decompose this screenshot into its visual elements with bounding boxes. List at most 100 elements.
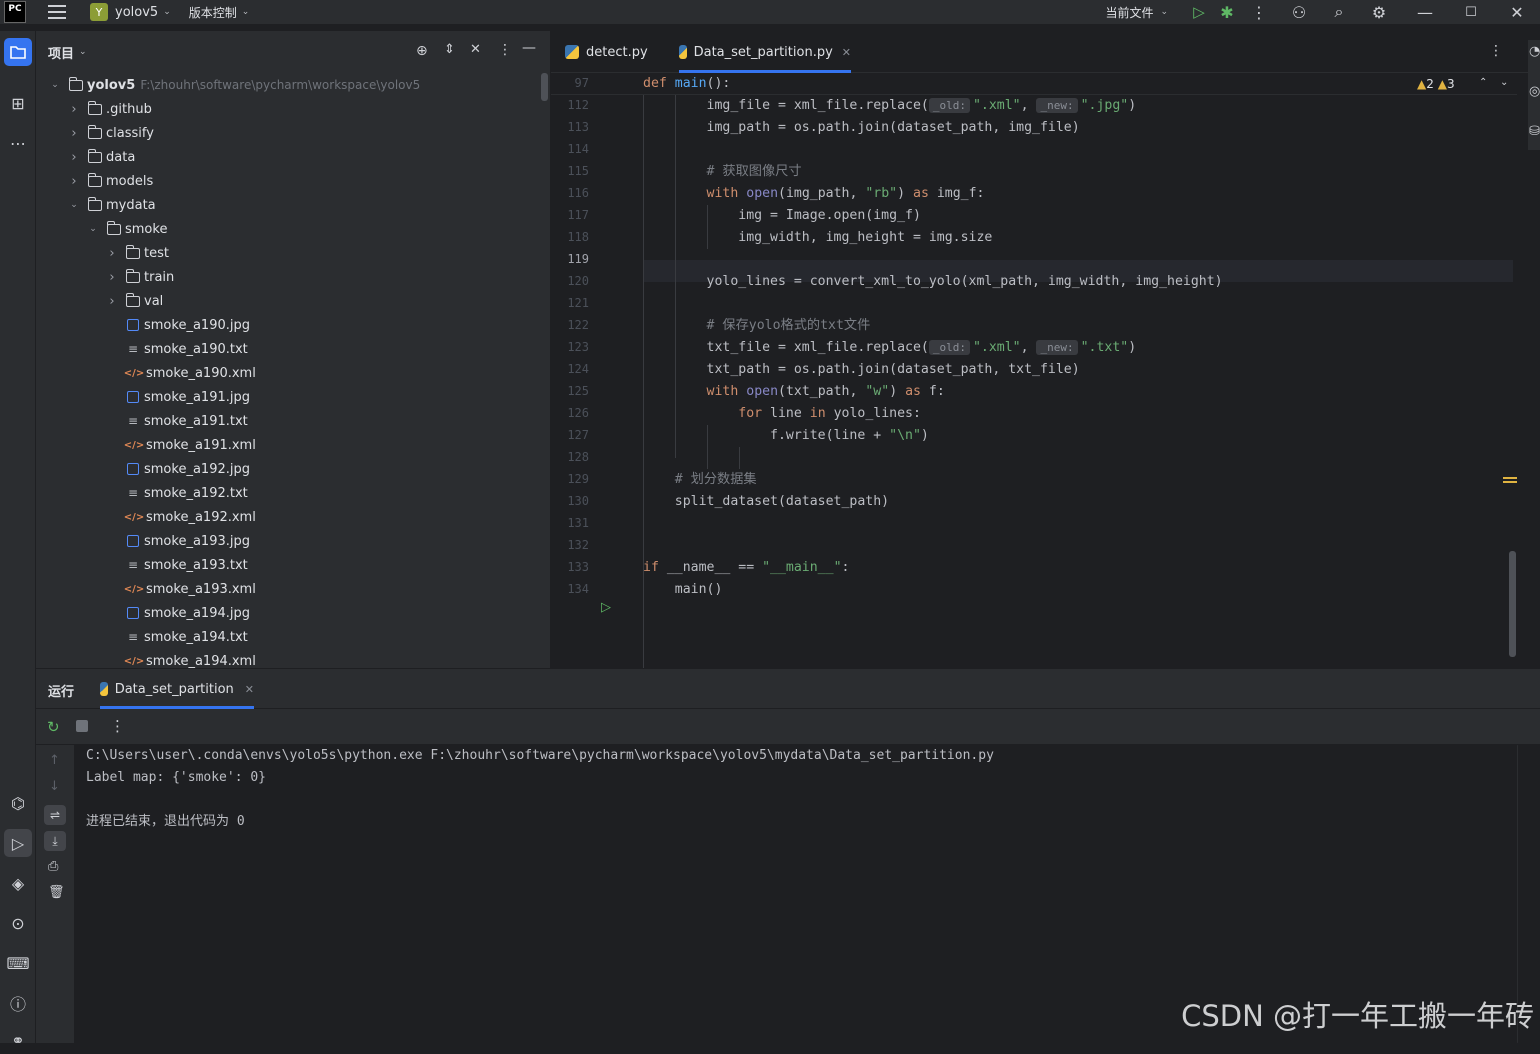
tab-data-set-partition-py[interactable]: Data_set_partition.py ✕ [679,31,851,73]
chevron-down-icon[interactable]: ⌄ [88,224,98,234]
tree-item[interactable]: › train [107,265,174,289]
terminal-icon[interactable]: ⌨ [4,949,32,977]
tree-item[interactable]: ≡ smoke_a193.txt [107,553,248,577]
tree-item[interactable]: smoke_a190.jpg [107,313,250,337]
vcs-menu[interactable]: 版本控制 [189,4,237,21]
collapse-all-icon[interactable]: ✕ [470,42,481,57]
tree-item[interactable]: </> smoke_a192.xml [107,505,256,529]
locate-file-icon[interactable]: ⊕ [416,43,428,59]
next-highlight-icon[interactable]: ⌄ [1500,77,1508,88]
maximize-icon[interactable]: ☐ [1448,5,1494,20]
tree-item[interactable]: smoke_a194.jpg [107,601,250,625]
chevron-down-icon[interactable]: ⌄ [1160,7,1168,17]
chevron-down-icon[interactable]: ⌄ [50,80,60,90]
python-console-icon[interactable]: ⌬ [4,789,32,817]
tab-options-icon[interactable]: ⋮ [1489,43,1503,59]
tree-item[interactable]: </> smoke_a191.xml [107,433,256,457]
tree-item[interactable]: › .github [69,97,152,121]
options-icon[interactable]: ⋮ [498,42,512,58]
close-tab-icon[interactable]: ✕ [245,683,254,696]
chevron-down-icon[interactable]: ⌄ [79,47,87,57]
tree-item[interactable]: smoke_a193.jpg [107,529,250,553]
run-tab[interactable]: Data_set_partition ✕ [100,669,254,709]
rerun-icon[interactable]: ↻ [47,718,60,736]
git-icon[interactable]: ⚭ [4,1026,32,1054]
tree-item-label: models [106,173,154,189]
python-packages-icon[interactable]: ◈ [4,869,32,897]
ai-assistant-icon[interactable]: ◎ [1529,84,1540,99]
prev-highlight-icon[interactable]: ⌃ [1479,77,1487,88]
run-tool-icon[interactable]: ▷ [4,829,32,857]
warnings-indicator[interactable]: ▲2 ▲3 [1417,77,1455,91]
run-gutter-icon[interactable]: ▷ [601,600,611,615]
scroll-up-icon[interactable]: ↑ [49,753,60,768]
chevron-down-icon[interactable]: ⌄ [69,200,79,210]
chevron-right-icon[interactable]: › [107,246,117,261]
scroll-to-end-icon[interactable]: ⤓ [44,831,66,851]
code-area[interactable]: xml_path = os.path.join(dataset_path, xm… [643,73,1513,668]
chevron-right-icon[interactable]: › [107,270,117,285]
print-icon[interactable]: ⎙ [48,859,58,874]
chevron-down-icon[interactable]: ⌄ [242,7,250,17]
tree-scrollbar[interactable] [541,73,548,101]
editor-scrollbar[interactable] [1509,551,1516,657]
clear-trash-icon[interactable]: 🗑 [48,885,65,900]
project-name[interactable]: yolov5 [115,5,158,20]
chevron-down-icon[interactable]: ⌄ [163,7,171,17]
project-folder-icon[interactable] [4,38,32,66]
hide-panel-icon[interactable]: — [522,40,536,56]
tree-item[interactable]: </> smoke_a193.xml [107,577,256,601]
services-icon[interactable]: ⊙ [4,909,32,937]
tree-item[interactable]: › models [69,169,153,193]
expand-all-icon[interactable]: ⇕ [444,42,455,57]
close-icon[interactable]: ✕ [1494,3,1540,22]
sticky-scope-header[interactable]: 97 def main(): ▲2 ▲3 ⌃ ⌄ [551,73,1517,95]
database-icon[interactable]: ⛁ [1529,124,1540,139]
warning-stripe-marker[interactable] [1503,481,1517,483]
problems-icon[interactable]: ⓘ [4,989,32,1017]
chevron-right-icon[interactable]: › [107,294,117,309]
tree-item-label: smoke [125,221,168,237]
structure-icon[interactable]: ⊞ [4,89,32,117]
search-icon[interactable]: ⌕ [1322,2,1356,22]
more-actions-icon[interactable]: ⋮ [1242,3,1276,22]
chevron-right-icon[interactable]: › [69,150,79,165]
tree-item[interactable]: › test [107,241,169,265]
chevron-right-icon[interactable]: › [69,102,79,117]
close-tab-icon[interactable]: ✕ [842,46,851,59]
warning-stripe-marker[interactable] [1503,477,1517,479]
chevron-right-icon[interactable]: › [69,126,79,141]
minimize-icon[interactable]: — [1402,3,1448,22]
project-badge[interactable]: Y [90,3,108,21]
main-menu-icon[interactable] [48,4,66,20]
settings-gear-icon[interactable]: ⚙ [1356,3,1402,22]
tree-item[interactable]: smoke_a192.jpg [107,457,250,481]
more-tools-icon[interactable]: ⋯ [4,129,32,157]
tree-item[interactable]: ≡ smoke_a190.txt [107,337,248,361]
more-options-icon[interactable]: ⋮ [110,717,125,735]
tree-item[interactable]: ≡ smoke_a191.txt [107,409,248,433]
tree-item[interactable]: ⌄ mydata [69,193,156,217]
run-panel-title[interactable]: 运行 [48,681,74,700]
run-config-selector[interactable]: 当前文件 [1105,4,1153,21]
tree-item[interactable]: smoke_a191.jpg [107,385,250,409]
project-panel-title[interactable]: 项目 [48,43,74,62]
tree-item[interactable]: › val [107,289,163,313]
stop-icon[interactable] [76,720,88,732]
tree-item[interactable]: ≡ smoke_a192.txt [107,481,248,505]
scroll-down-icon[interactable]: ↓ [49,779,60,794]
chevron-right-icon[interactable]: › [69,174,79,189]
tab-detect-py[interactable]: detect.py [565,31,648,73]
add-user-icon[interactable]: ⚇ [1276,3,1322,22]
tree-item[interactable]: ⌄ smoke [88,217,167,241]
pycharm-logo-icon[interactable]: PC [4,1,26,23]
notifications-icon[interactable]: ◔ [1529,44,1540,59]
tree-item[interactable]: › classify [69,121,154,145]
run-icon[interactable]: ▷ [1186,3,1212,21]
tree-item[interactable]: ⌄ yolov5 F:\zhouhr\software\pycharm\worksp… [50,73,420,97]
soft-wrap-icon[interactable]: ⇌ [44,805,66,825]
tree-item[interactable]: › data [69,145,135,169]
tree-item[interactable]: </> smoke_a190.xml [107,361,256,385]
debug-icon[interactable]: ✱ [1212,3,1242,22]
tree-item[interactable]: ≡ smoke_a194.txt [107,625,248,649]
